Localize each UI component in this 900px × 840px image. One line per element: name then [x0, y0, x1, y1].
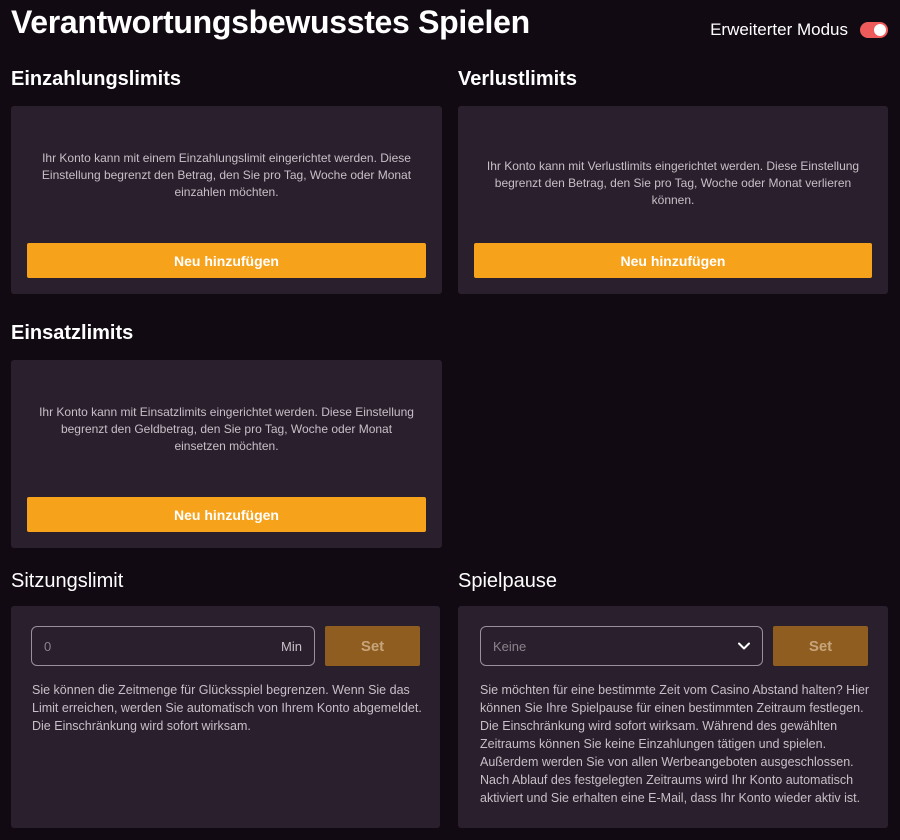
loss-limits-description: Ihr Konto kann mit Verlustlimits eingeri… [486, 159, 860, 207]
deposit-add-new-button[interactable]: Neu hinzufügen [27, 243, 426, 278]
wager-limits-card: Ihr Konto kann mit Einsatzlimits eingeri… [11, 360, 442, 548]
wager-limits-description: Ihr Konto kann mit Einsatzlimits eingeri… [39, 405, 414, 453]
session-set-button[interactable]: Set [325, 626, 420, 666]
advanced-mode-label: Erweiterter Modus [710, 20, 848, 39]
toggle-knob [874, 24, 886, 36]
loss-add-new-button[interactable]: Neu hinzufügen [474, 243, 872, 278]
deposit-limits-description: Ihr Konto kann mit einem Einzahlungslimi… [41, 151, 412, 199]
deposit-limits-card: Ihr Konto kann mit einem Einzahlungslimi… [11, 106, 442, 294]
advanced-mode-toggle[interactable] [860, 22, 888, 38]
game-pause-title: Spielpause [458, 570, 557, 592]
game-pause-card: Keine Set Sie möchten für eine bestimmte… [458, 606, 888, 828]
session-limit-field[interactable]: Min [31, 626, 315, 666]
chevron-down-icon [738, 642, 750, 650]
wager-add-new-button[interactable]: Neu hinzufügen [27, 497, 426, 532]
game-pause-selected-value: Keine [493, 638, 527, 654]
game-pause-description: Sie möchten für eine bestimmte Zeit vom … [480, 683, 870, 805]
loss-limits-card: Ihr Konto kann mit Verlustlimits eingeri… [458, 106, 888, 294]
loss-limits-title: Verlustlimits [458, 68, 577, 90]
session-limit-card: Min Set Sie können die Zeitmenge für Glü… [11, 606, 440, 828]
game-pause-select[interactable]: Keine [480, 626, 763, 666]
deposit-limits-title: Einzahlungslimits [11, 68, 182, 90]
wager-limits-title: Einsatzlimits [11, 322, 134, 344]
session-limit-input[interactable] [44, 638, 282, 654]
session-limit-title: Sitzungslimit [11, 570, 124, 592]
advanced-mode-control: Erweiterter Modus [710, 20, 888, 40]
session-limit-description: Sie können die Zeitmenge für Glücksspiel… [32, 683, 422, 733]
game-pause-set-button[interactable]: Set [773, 626, 868, 666]
session-limit-unit: Min [281, 638, 302, 654]
page-title: Verantwortungsbewusstes Spielen [11, 4, 530, 40]
